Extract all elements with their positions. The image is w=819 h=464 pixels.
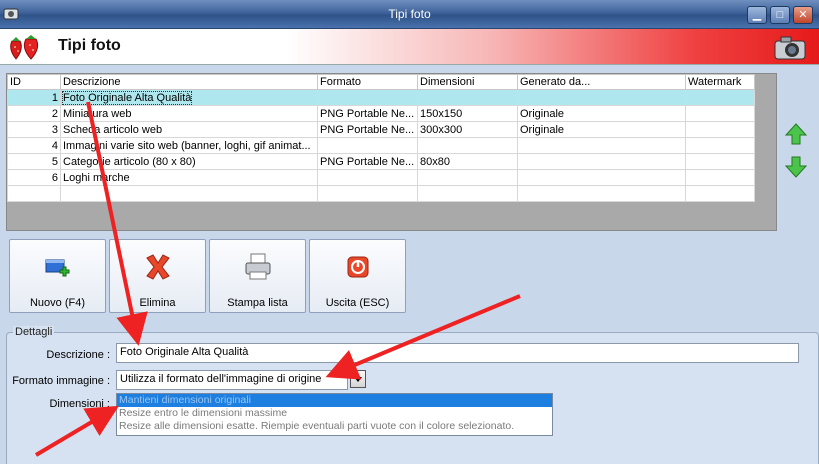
- delete-button[interactable]: Elimina: [109, 239, 206, 313]
- table-row[interactable]: 4 Immagini varie sito web (banner, loghi…: [7, 137, 755, 154]
- printer-icon: [245, 253, 271, 280]
- cell-descrizione: Foto Originale Alta Qualità: [60, 89, 318, 106]
- cell-descrizione: Categorie articolo (80 x 80): [60, 153, 318, 170]
- print-list-button-label: Stampa lista: [227, 297, 288, 309]
- cell-generato: Originale: [517, 105, 686, 122]
- window-title: Tipi foto: [388, 7, 431, 21]
- cell-id: 6: [7, 169, 61, 186]
- column-header-watermark[interactable]: Watermark: [685, 74, 755, 90]
- table-row[interactable]: 3 Scheda articolo web PNG Portable Ne...…: [7, 121, 755, 138]
- cell-id: 5: [7, 153, 61, 170]
- column-header-generato[interactable]: Generato da...: [517, 74, 686, 90]
- minimize-button[interactable]: ▁: [747, 6, 767, 24]
- delete-x-icon: [146, 254, 170, 280]
- cell-formato: [317, 169, 418, 186]
- page-title: Tipi foto: [58, 37, 121, 54]
- dimensioni-option[interactable]: Resize entro le dimensioni massime: [117, 407, 552, 420]
- page-header: Tipi foto: [0, 29, 819, 65]
- cell-id: 4: [7, 137, 61, 154]
- add-window-icon: [45, 259, 70, 277]
- cell-descrizione-text: Foto Originale Alta Qualità: [61, 90, 193, 105]
- cell-watermark: [685, 89, 755, 106]
- exit-button[interactable]: Uscita (ESC): [309, 239, 406, 313]
- cell-descrizione: Immagini varie sito web (banner, loghi, …: [60, 137, 318, 154]
- column-header-id[interactable]: ID: [7, 74, 61, 90]
- cell-dimensioni: [417, 137, 518, 154]
- dimensioni-option[interactable]: Mantieni dimensioni originali: [117, 394, 552, 407]
- dimensioni-listbox[interactable]: Mantieni dimensioni originali Resize ent…: [116, 393, 553, 436]
- chevron-down-icon: [354, 377, 362, 382]
- cell-dimensioni: 150x150: [417, 105, 518, 122]
- cell-dimensioni: 300x300: [417, 121, 518, 138]
- power-icon: [347, 256, 369, 278]
- camera-icon: [774, 36, 806, 60]
- cell-dimensioni: [417, 89, 518, 106]
- cell-watermark: [685, 105, 755, 122]
- window-titlebar[interactable]: Tipi foto ▁ □ ✕: [0, 0, 819, 29]
- cell-generato: [517, 89, 686, 106]
- cell-formato: [317, 137, 418, 154]
- cell-id: 1: [7, 89, 61, 106]
- dimensioni-option[interactable]: Resize alle dimensioni esatte. Riempie e…: [117, 420, 552, 433]
- delete-button-label: Elimina: [139, 297, 176, 309]
- cell-generato: [517, 137, 686, 154]
- photo-types-grid[interactable]: ID Descrizione Formato Dimensioni Genera…: [6, 73, 777, 231]
- cell-generato: [517, 153, 686, 170]
- table-row[interactable]: 2 Miniatura web PNG Portable Ne... 150x1…: [7, 105, 755, 122]
- cell-formato: PNG Portable Ne...: [317, 121, 418, 138]
- cell-descrizione: Scheda articolo web: [60, 121, 318, 138]
- cell-watermark: [685, 137, 755, 154]
- maximize-button[interactable]: □: [770, 6, 790, 24]
- cell-descrizione: Miniatura web: [60, 105, 318, 122]
- new-button[interactable]: Nuovo (F4): [9, 239, 106, 313]
- grid-header-row: ID Descrizione Formato Dimensioni Genera…: [7, 74, 755, 90]
- formato-immagine-label: Formato immagine :: [12, 375, 110, 387]
- table-row[interactable]: 6 Loghi marche: [7, 169, 755, 186]
- formato-immagine-select[interactable]: Utilizza il formato dell'immagine di ori…: [116, 370, 348, 390]
- cell-formato: PNG Portable Ne...: [317, 105, 418, 122]
- cell-watermark: [685, 153, 755, 170]
- cell-generato: Originale: [517, 121, 686, 138]
- cell-watermark: [685, 121, 755, 138]
- cell-formato: [317, 89, 418, 106]
- cell-formato: PNG Portable Ne...: [317, 153, 418, 170]
- cell-dimensioni: 80x80: [417, 153, 518, 170]
- column-header-formato[interactable]: Formato: [317, 74, 418, 90]
- exit-button-label: Uscita (ESC): [325, 297, 390, 309]
- move-down-arrow-icon[interactable]: [784, 155, 808, 179]
- cell-generato: [517, 169, 686, 186]
- descrizione-field[interactable]: Foto Originale Alta Qualità: [116, 343, 799, 363]
- close-button[interactable]: ✕: [793, 6, 813, 24]
- descrizione-label: Descrizione :: [46, 349, 110, 361]
- print-list-button[interactable]: Stampa lista: [209, 239, 306, 313]
- details-legend: Dettagli: [13, 326, 55, 338]
- column-header-descrizione[interactable]: Descrizione: [60, 74, 318, 90]
- cell-watermark: [685, 169, 755, 186]
- new-button-label: Nuovo (F4): [29, 297, 86, 309]
- table-row-empty[interactable]: [7, 185, 755, 202]
- column-header-dimensioni[interactable]: Dimensioni: [417, 74, 518, 90]
- cell-id: 2: [7, 105, 61, 122]
- formato-dropdown-arrow[interactable]: [350, 370, 366, 388]
- cell-id: 3: [7, 121, 61, 138]
- move-up-arrow-icon[interactable]: [784, 122, 808, 146]
- cell-dimensioni: [417, 169, 518, 186]
- table-row[interactable]: 1 Foto Originale Alta Qualità: [7, 89, 755, 106]
- strawberry-icon: [10, 35, 39, 60]
- cell-descrizione: Loghi marche: [60, 169, 318, 186]
- table-row[interactable]: 5 Categorie articolo (80 x 80) PNG Porta…: [7, 153, 755, 170]
- dimensioni-label: Dimensioni :: [49, 398, 110, 410]
